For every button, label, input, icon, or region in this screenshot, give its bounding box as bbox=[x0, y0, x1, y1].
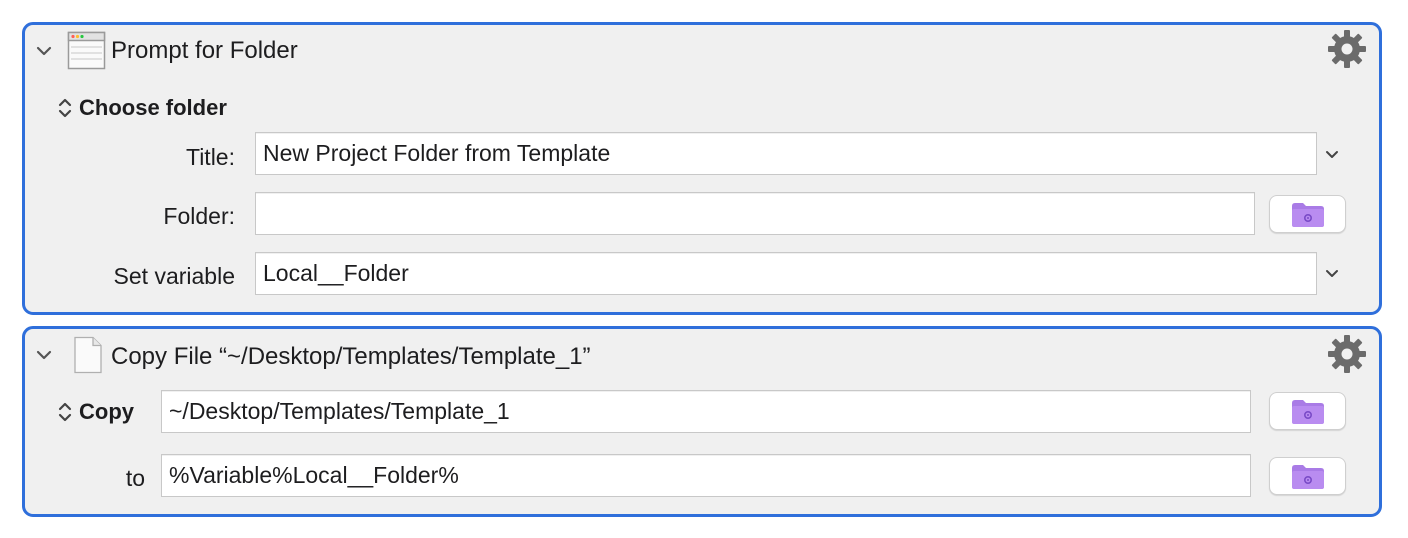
up-down-chevron-icon bbox=[58, 98, 72, 118]
set-variable-field[interactable] bbox=[255, 252, 1317, 295]
folder-field[interactable] bbox=[255, 192, 1255, 235]
collapse-chevron-icon[interactable] bbox=[33, 40, 55, 62]
copy-file-action[interactable]: Copy File “~/Desktop/Templates/Template_… bbox=[22, 326, 1382, 517]
folder-icon bbox=[1291, 400, 1324, 424]
gear-icon[interactable] bbox=[1326, 333, 1368, 375]
action-title: Copy File “~/Desktop/Templates/Template_… bbox=[111, 343, 591, 370]
window-icon bbox=[67, 30, 107, 75]
mode-label: Choose folder bbox=[79, 95, 227, 120]
title-label: Title: bbox=[186, 144, 235, 170]
source-folder-picker-button[interactable] bbox=[1269, 392, 1346, 430]
prompt-for-folder-action[interactable]: Prompt for Folder Choose folder Title: F… bbox=[22, 22, 1382, 315]
document-icon bbox=[73, 336, 103, 379]
collapse-chevron-icon[interactable] bbox=[33, 344, 55, 366]
mode-label: Copy bbox=[79, 399, 134, 424]
folder-label: Folder: bbox=[163, 203, 235, 229]
title-field[interactable] bbox=[255, 132, 1317, 175]
action-title: Prompt for Folder bbox=[111, 37, 298, 64]
set-variable-label: Set variable bbox=[113, 263, 235, 289]
to-label: to bbox=[125, 465, 145, 491]
up-down-chevron-icon bbox=[58, 402, 72, 422]
folder-icon bbox=[1291, 203, 1324, 227]
destination-folder-picker-button[interactable] bbox=[1269, 457, 1346, 495]
source-path-field[interactable] bbox=[161, 390, 1251, 433]
gear-icon[interactable] bbox=[1326, 28, 1368, 70]
destination-path-field[interactable] bbox=[161, 454, 1251, 497]
folder-icon bbox=[1291, 465, 1324, 489]
copy-mode-selector[interactable]: Copy bbox=[57, 399, 134, 425]
title-dropdown-chevron-icon[interactable] bbox=[1320, 142, 1344, 166]
choose-folder-mode-selector[interactable]: Choose folder bbox=[57, 95, 227, 121]
folder-picker-button[interactable] bbox=[1269, 195, 1346, 233]
variable-dropdown-chevron-icon[interactable] bbox=[1320, 261, 1344, 285]
